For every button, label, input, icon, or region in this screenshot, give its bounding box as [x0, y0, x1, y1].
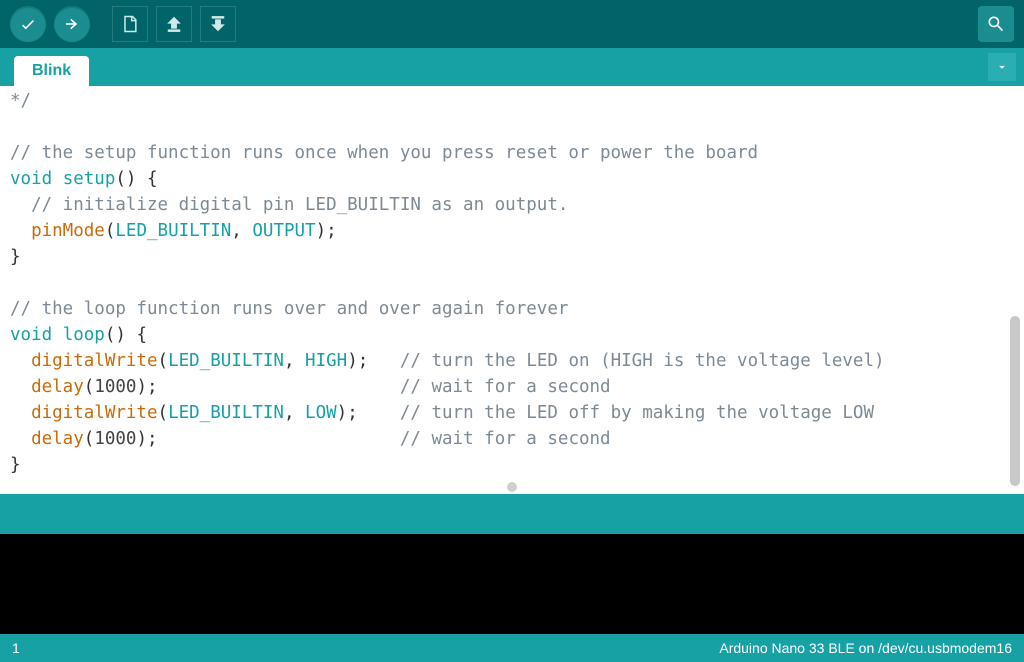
chevron-down-icon [995, 60, 1009, 74]
editor-scrollbar[interactable] [1008, 86, 1022, 494]
arrow-up-icon [164, 14, 184, 34]
upload-button[interactable] [54, 6, 90, 42]
arrow-down-icon [208, 14, 228, 34]
serial-monitor-button[interactable] [978, 6, 1014, 42]
scroll-thumb[interactable] [1010, 316, 1020, 486]
verify-button[interactable] [10, 6, 46, 42]
message-area [0, 494, 1024, 534]
save-sketch-button[interactable] [200, 6, 236, 42]
console-output[interactable] [0, 534, 1024, 634]
tab-label: Blink [32, 62, 71, 79]
toolbar [0, 0, 1024, 48]
new-sketch-button[interactable] [112, 6, 148, 42]
tab-menu-button[interactable] [988, 53, 1016, 81]
open-sketch-button[interactable] [156, 6, 192, 42]
check-icon [19, 15, 37, 33]
status-board-port: Arduino Nano 33 BLE on /dev/cu.usbmodem1… [719, 640, 1012, 656]
status-bar: 1 Arduino Nano 33 BLE on /dev/cu.usbmode… [0, 634, 1024, 662]
magnifier-icon [986, 14, 1006, 34]
status-line-number: 1 [12, 640, 20, 656]
tab-blink[interactable]: Blink [14, 56, 89, 86]
grip-dot-icon [507, 482, 517, 492]
code-content: */ // the setup function runs once when … [0, 86, 1024, 482]
tab-bar: Blink [0, 48, 1024, 86]
arrow-right-icon [63, 15, 81, 33]
code-editor[interactable]: */ // the setup function runs once when … [0, 86, 1024, 494]
pane-resize-handle[interactable] [0, 480, 1024, 494]
file-icon [120, 14, 140, 34]
